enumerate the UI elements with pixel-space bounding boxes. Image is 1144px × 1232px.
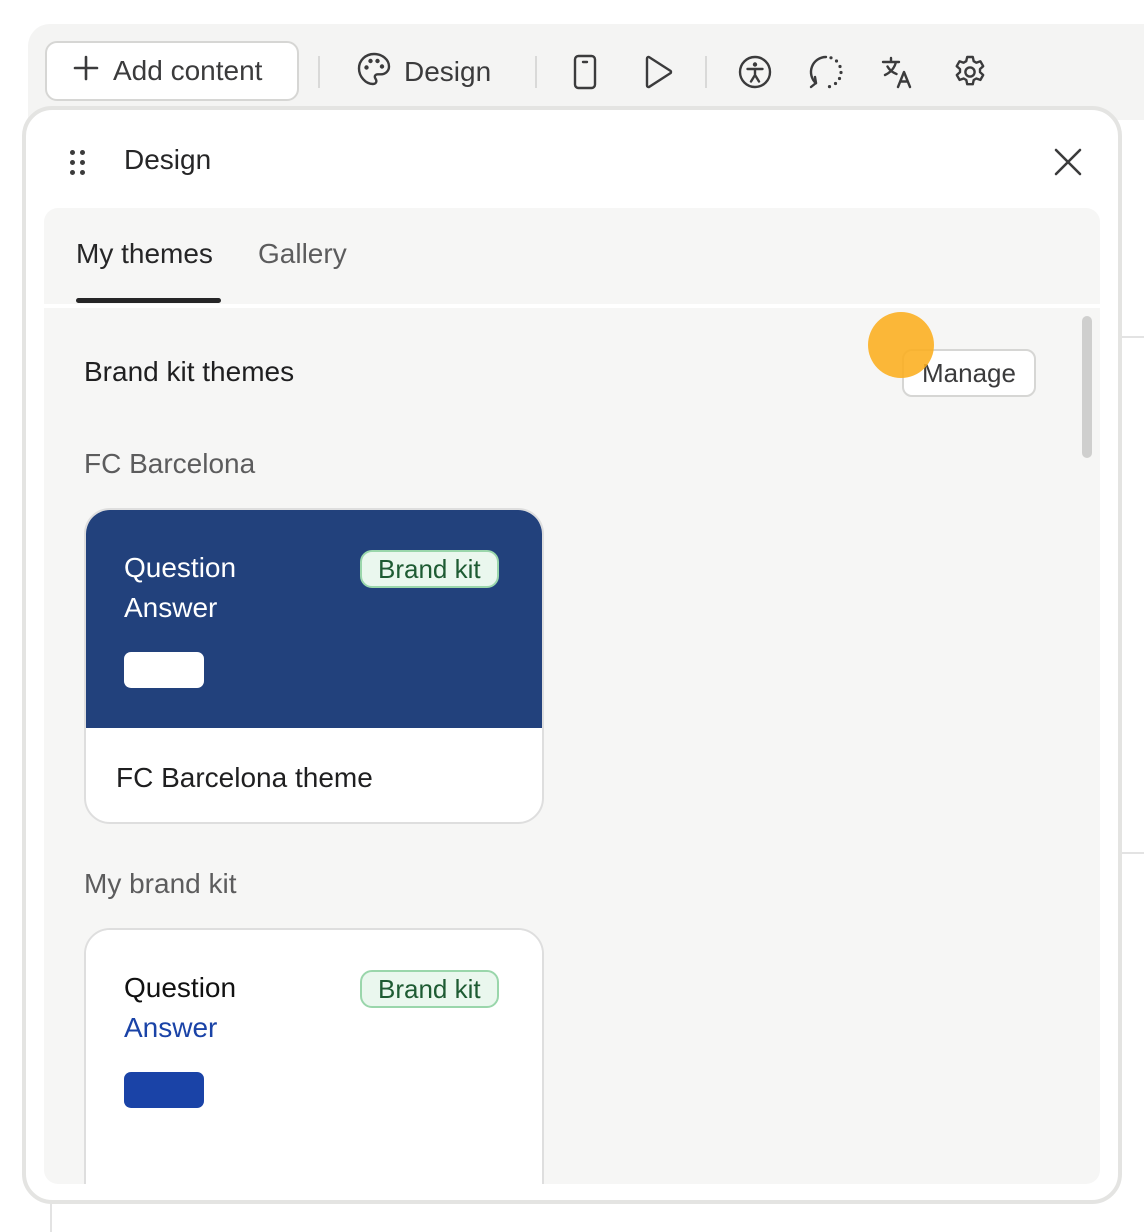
plus-icon bbox=[73, 55, 99, 88]
theme-name: FC Barcelona theme bbox=[116, 762, 373, 793]
play-icon[interactable] bbox=[638, 50, 678, 94]
theme-tabs: My themes Gallery bbox=[44, 208, 1100, 308]
brand-kit-badge: Brand kit bbox=[360, 550, 499, 588]
toolbar-separator bbox=[535, 56, 537, 88]
themes-content: My themes Gallery Brand kit themes Manag… bbox=[44, 208, 1100, 1184]
design-button[interactable]: Design bbox=[356, 48, 491, 96]
mobile-preview-icon[interactable] bbox=[565, 50, 605, 94]
toolbar-separator bbox=[318, 56, 320, 88]
preview-answer: Answer bbox=[124, 1012, 218, 1043]
preview-question: Question bbox=[124, 552, 237, 583]
cursor-indicator bbox=[868, 312, 934, 378]
accessibility-icon[interactable] bbox=[735, 50, 775, 94]
toolbar-separator bbox=[705, 56, 707, 88]
theme-card-my-brand-kit[interactable]: Question Answer Brand kit bbox=[84, 928, 544, 1184]
preview-answer: Answer bbox=[124, 592, 218, 623]
loading-icon[interactable] bbox=[806, 50, 846, 94]
scrollbar[interactable] bbox=[1082, 316, 1092, 458]
group-label: FC Barcelona bbox=[84, 448, 256, 479]
tab-gallery[interactable]: Gallery bbox=[258, 238, 347, 270]
settings-icon[interactable] bbox=[950, 50, 990, 94]
add-content-button[interactable]: Add content bbox=[45, 41, 299, 101]
tab-my-themes[interactable]: My themes bbox=[76, 238, 213, 270]
theme-preview: Question Answer Brand kit bbox=[86, 510, 542, 728]
brand-kit-badge: Brand kit bbox=[360, 970, 499, 1008]
section-title: Brand kit themes bbox=[84, 356, 295, 387]
preview-button bbox=[124, 652, 204, 688]
theme-preview: Question Answer Brand kit bbox=[86, 930, 542, 1148]
add-content-label: Add content bbox=[113, 55, 263, 86]
drag-handle-icon[interactable] bbox=[68, 148, 92, 180]
panel-title: Design bbox=[124, 144, 212, 175]
group-label: My brand kit bbox=[84, 868, 237, 899]
palette-icon bbox=[356, 51, 392, 94]
close-icon[interactable] bbox=[1052, 146, 1084, 178]
preview-button bbox=[124, 1072, 204, 1108]
preview-question: Question bbox=[124, 972, 237, 1003]
theme-card-fc-barcelona[interactable]: Question Answer Brand kit FC Barcelona t… bbox=[84, 508, 544, 824]
design-label: Design bbox=[404, 56, 492, 87]
active-tab-indicator bbox=[76, 298, 221, 303]
design-panel: Design My themes Gallery Brand kit theme… bbox=[22, 106, 1122, 1204]
translate-icon[interactable] bbox=[878, 50, 918, 94]
